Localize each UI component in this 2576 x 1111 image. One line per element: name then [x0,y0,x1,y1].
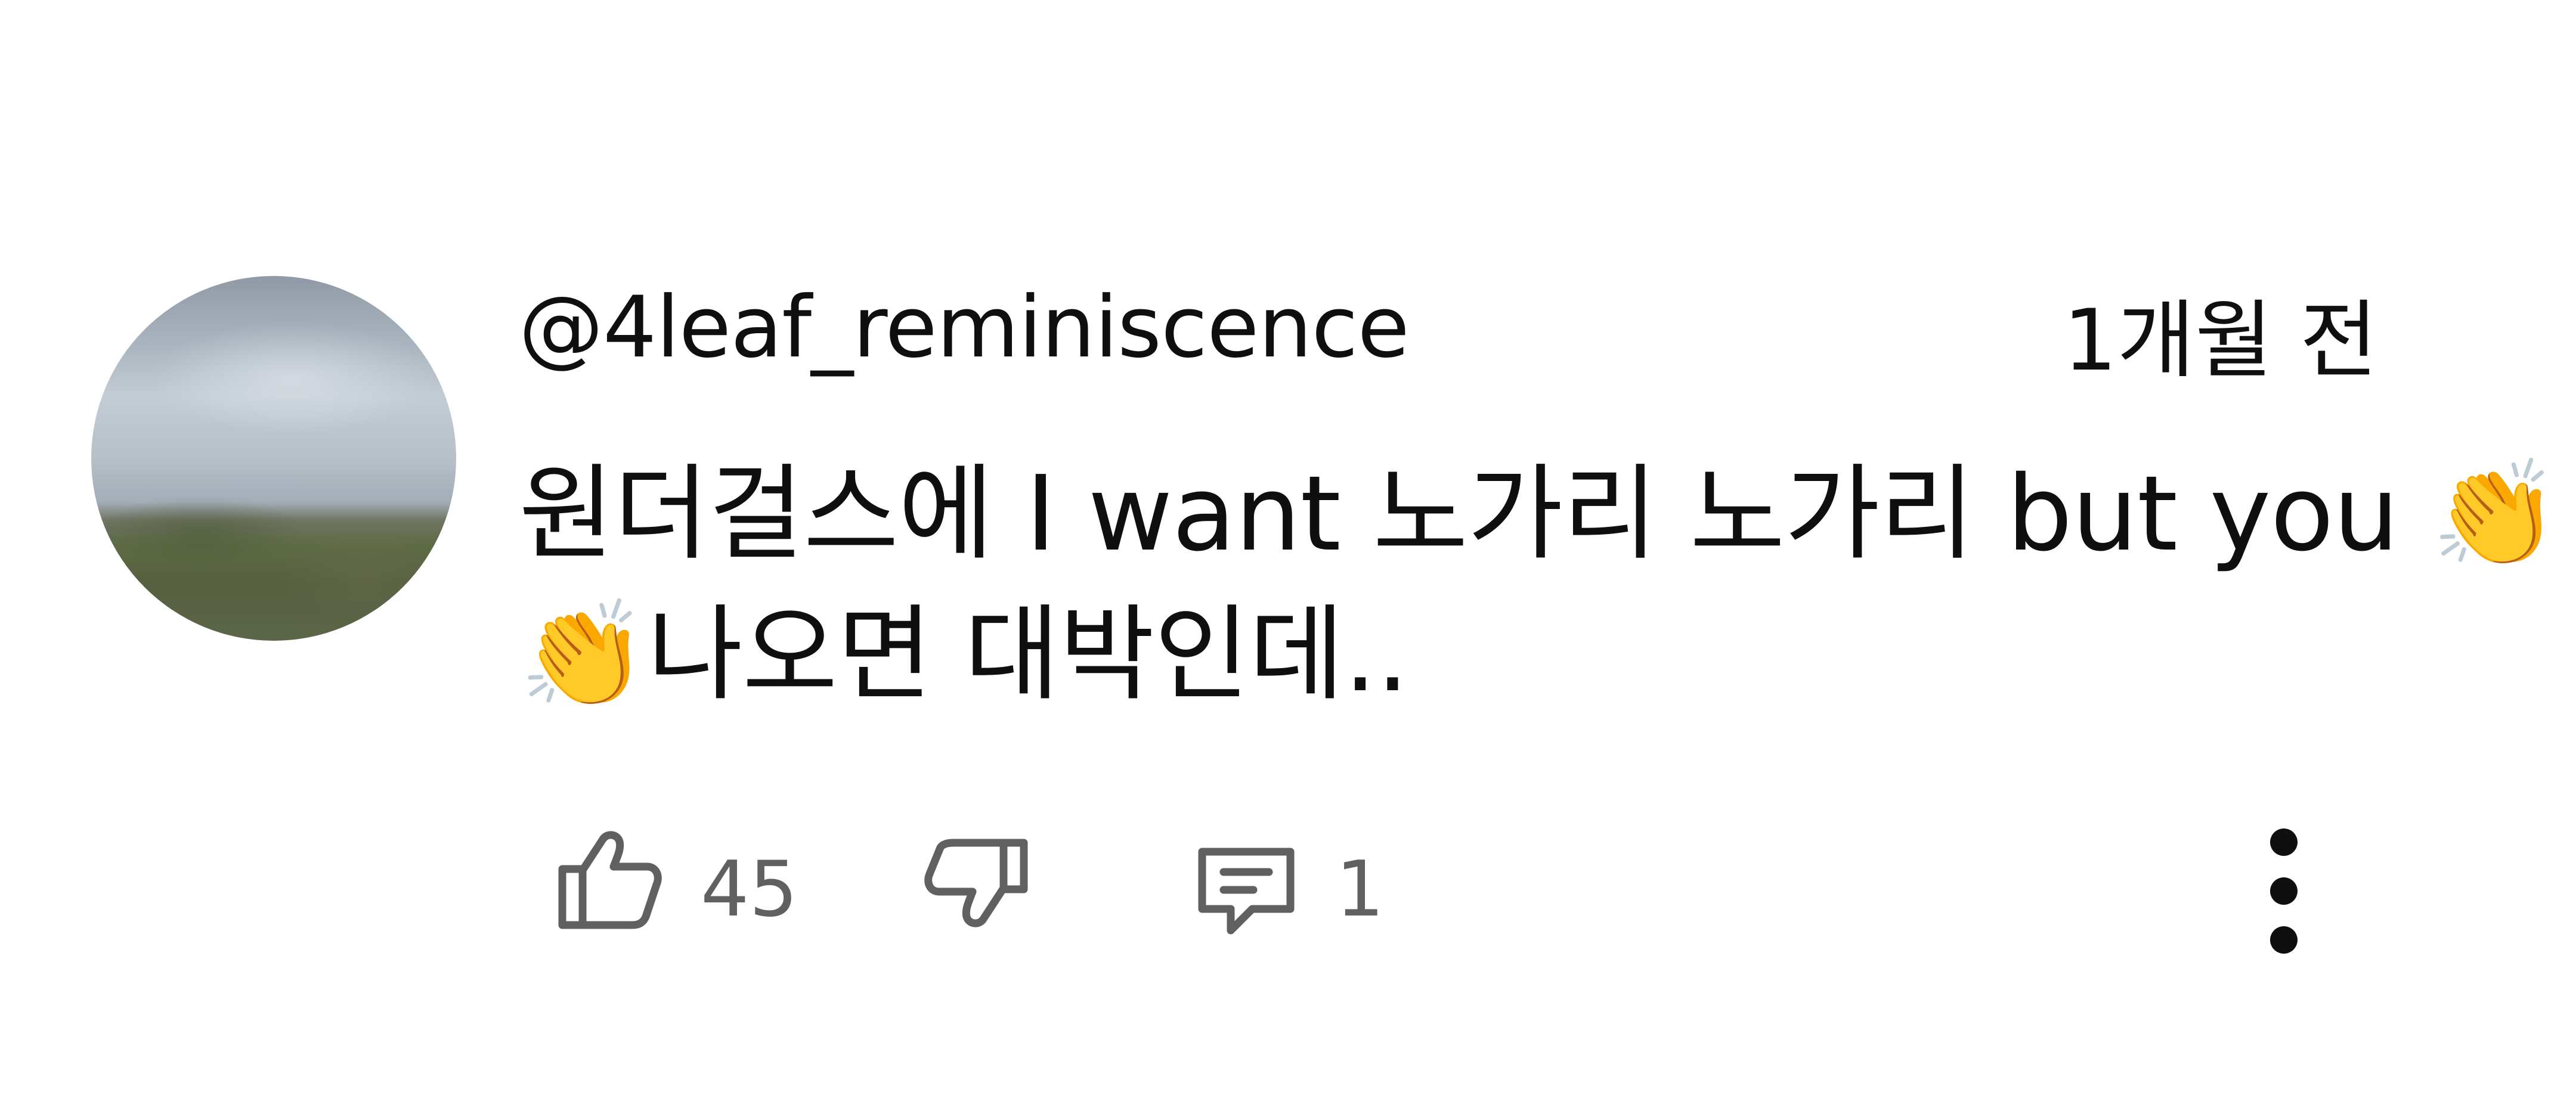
comment-text-line: 👏나오면 대박인데.. [519,594,1409,715]
thumbs-up-icon[interactable] [552,821,665,935]
more-dot [2270,877,2298,905]
comment-text: 원더걸스에 I want 노가리 노가리 but you 👏 👏나오면 대박인데… [519,444,2560,725]
avatar[interactable] [91,276,456,641]
comment-timestamp: 1개월 전 [2063,291,2378,390]
comment-item: @4leaf_reminiscence 1개월 전 원더걸스에 I want 노… [0,0,2576,1111]
comment-text-line: 원더걸스에 I want 노가리 노가리 but you 👏 [519,454,2560,575]
comment-author[interactable]: @4leaf_reminiscence [519,280,1410,375]
more-vertical-icon[interactable] [2242,823,2326,960]
thumbs-down-icon[interactable] [921,830,1035,943]
like-count: 45 [701,845,798,934]
more-dot [2270,926,2298,954]
reply-count: 1 [1336,845,1385,934]
comment-bubble-icon[interactable] [1187,831,1306,951]
more-dot [2270,828,2298,856]
